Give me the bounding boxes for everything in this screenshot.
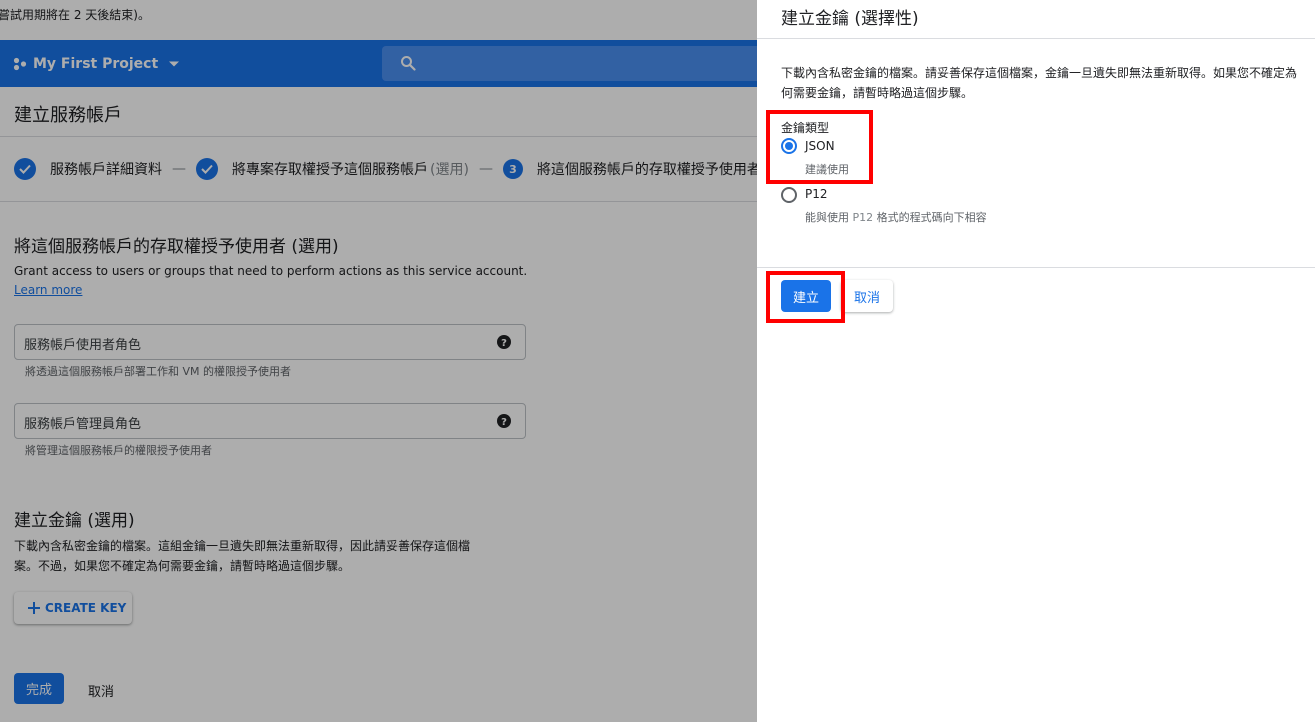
divider [757, 267, 1315, 268]
p12-sub-highlight: P12 [852, 211, 874, 224]
key-type-highlight-box [766, 110, 873, 184]
drawer-cancel-button[interactable]: 取消 [841, 280, 893, 312]
drawer-description: 下載內含私密金鑰的檔案。請妥善保存這個檔案，金鑰一旦遺失即無法重新取得。如果您不… [781, 66, 1298, 100]
service-account-page: 嘗試用期將在 2 天後結束)。 My First Project 建立服務帳戶 … [0, 0, 757, 722]
p12-sub-prefix: 能與使用 [805, 211, 853, 224]
p12-radio[interactable] [781, 187, 797, 203]
create-button-highlight-box [766, 271, 845, 323]
p12-sub: 能與使用 P12 格式的程式碼向下相容 [805, 209, 987, 225]
create-key-drawer: 建立金鑰 (選擇性) 下載內含私密金鑰的檔案。請妥善保存這個檔案，金鑰一旦遺失即… [757, 0, 1315, 722]
p12-label[interactable]: P12 [805, 187, 828, 201]
modal-scrim[interactable] [0, 0, 757, 722]
p12-sub-suffix: 格式的程式碼向下相容 [873, 211, 987, 224]
divider [757, 38, 1315, 39]
drawer-title: 建立金鑰 (選擇性) [781, 9, 919, 29]
